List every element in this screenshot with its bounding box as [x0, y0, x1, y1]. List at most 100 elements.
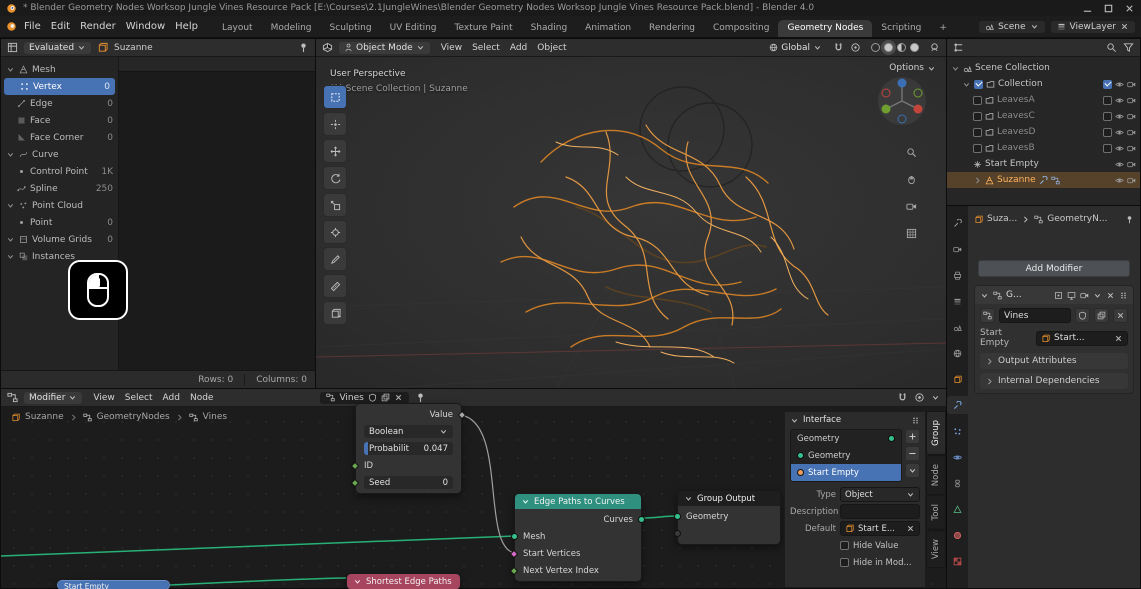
input-socket-mesh[interactable]: [511, 533, 518, 540]
snap-magnet-icon[interactable]: [833, 42, 844, 53]
eye-icon[interactable]: [1115, 160, 1124, 169]
exclude-checkbox[interactable]: [1103, 144, 1112, 153]
node-shortest-edge-paths[interactable]: Shortest Edge Paths: [346, 573, 461, 589]
properties-tab-wrench[interactable]: [947, 396, 968, 414]
viewport-options-dropdown[interactable]: Options: [889, 63, 936, 73]
sidebar-tab-view[interactable]: View: [926, 530, 946, 568]
data-type-dropdown[interactable]: Boolean: [364, 425, 453, 438]
workspace-tab-geometry-nodes[interactable]: Geometry Nodes: [778, 20, 872, 37]
chevron-down-icon[interactable]: [353, 577, 362, 586]
viewport-zoom-button[interactable]: [902, 143, 920, 161]
close-icon[interactable]: [1106, 291, 1115, 300]
default-object-field[interactable]: Start E...: [840, 521, 920, 536]
transform-orientation-dropdown[interactable]: Global: [764, 42, 827, 54]
spreadsheet-row-point-cloud[interactable]: Point Cloud: [1, 197, 118, 214]
outliner-row-scene-collection[interactable]: Scene Collection: [947, 60, 1140, 76]
snap-magnet-icon[interactable]: [897, 392, 908, 403]
subpanel-output-attributes[interactable]: Output Attributes: [980, 353, 1128, 369]
mode-dropdown[interactable]: Object Mode: [339, 42, 430, 54]
copy-datablock-button[interactable]: [1094, 308, 1109, 323]
subpanel-internal-dependencies[interactable]: Internal Dependencies: [980, 373, 1128, 389]
exclude-checkbox[interactable]: [1103, 96, 1112, 105]
close-icon[interactable]: [394, 393, 403, 402]
breadcrumb-suzanne[interactable]: Suzanne: [25, 412, 64, 422]
unlink-nodetree-button[interactable]: [1113, 308, 1128, 323]
navigation-gizmo[interactable]: [876, 75, 928, 127]
viewport-menu-add[interactable]: Add: [505, 42, 532, 54]
sidebar-tab-node[interactable]: Node: [926, 455, 946, 495]
shield-icon[interactable]: [368, 393, 377, 402]
spreadsheet-row-vertex[interactable]: Vertex0: [4, 78, 115, 95]
tool-transform-button[interactable]: [323, 220, 347, 244]
remove-socket-button[interactable]: [905, 446, 920, 461]
minimize-button[interactable]: [1082, 3, 1093, 14]
interface-item-geometry[interactable]: Geometry: [791, 447, 901, 464]
properties-tab-scene[interactable]: [947, 318, 968, 336]
sidebar-tab-tool[interactable]: Tool: [926, 495, 946, 530]
display-render-icon[interactable]: [1080, 291, 1089, 300]
node-editor-menu-view[interactable]: View: [88, 392, 119, 404]
display-edit-icon[interactable]: [1054, 291, 1063, 300]
eye-icon[interactable]: [1115, 128, 1124, 137]
camera-icon[interactable]: [1127, 128, 1136, 137]
tool-measure-button[interactable]: [323, 274, 347, 298]
properties-tab-texture[interactable]: [947, 552, 968, 570]
menu-help[interactable]: Help: [170, 20, 203, 33]
exclude-checkbox[interactable]: [1103, 80, 1112, 89]
interface-item-geometry[interactable]: Geometry: [791, 430, 901, 447]
properties-tab-physics[interactable]: [947, 448, 968, 466]
workspace-tab-modeling[interactable]: Modeling: [262, 20, 321, 37]
outliner-row-start-empty[interactable]: Start Empty: [947, 156, 1140, 172]
spreadsheet-row-control-point[interactable]: Control Point1K: [1, 163, 118, 180]
chevron-down-icon[interactable]: [521, 497, 530, 506]
shading-material-button[interactable]: [897, 43, 906, 52]
scene-selector[interactable]: Scene: [979, 21, 1044, 33]
node-editor-icon[interactable]: [7, 392, 18, 403]
pin-icon[interactable]: [1125, 215, 1134, 224]
chevron-down-icon[interactable]: [931, 393, 940, 402]
node-editor-menu-node[interactable]: Node: [185, 392, 219, 404]
viewport-camera-view-button[interactable]: [902, 197, 920, 215]
proportional-edit-icon[interactable]: [850, 42, 861, 53]
shading-solid-button[interactable]: [884, 43, 893, 52]
node-tree-type-dropdown[interactable]: Modifier: [24, 392, 82, 404]
input-socket-geometry[interactable]: [674, 513, 681, 520]
exclude-checkbox[interactable]: [1103, 112, 1112, 121]
chevron-down-icon[interactable]: [962, 80, 971, 89]
search-icon[interactable]: [1106, 42, 1117, 53]
workspace-tab-scripting[interactable]: Scripting: [872, 20, 930, 37]
properties-tab-world[interactable]: [947, 344, 968, 362]
input-socket-extension[interactable]: [674, 530, 681, 537]
outliner-row-collection[interactable]: Collection: [947, 76, 1140, 92]
breadcrumb-vines[interactable]: Vines: [203, 412, 227, 422]
overlays-toggle-icon[interactable]: [914, 392, 925, 403]
breadcrumb-object[interactable]: Suza...: [987, 214, 1017, 224]
extras-menu-icon[interactable]: [1093, 291, 1102, 300]
outliner-row-suzanne[interactable]: Suzanne: [947, 172, 1140, 188]
shading-rendered-button[interactable]: [910, 43, 919, 52]
overlays-dropdown-icon[interactable]: [929, 42, 940, 53]
outliner-row-leavesd[interactable]: LeavesD: [947, 124, 1140, 140]
viewport-menu-select[interactable]: Select: [467, 42, 505, 54]
spreadsheet-row-volume-grids[interactable]: Volume Grids0: [1, 231, 118, 248]
display-realtime-icon[interactable]: [1067, 291, 1076, 300]
node-group-datablock[interactable]: Vines: [320, 392, 408, 404]
collection-checkbox[interactable]: [973, 96, 982, 105]
node-editor-menu-add[interactable]: Add: [158, 392, 185, 404]
camera-icon[interactable]: [1127, 176, 1136, 185]
eye-icon[interactable]: [1115, 96, 1124, 105]
tool-annotate-button[interactable]: [323, 247, 347, 271]
properties-tab-material[interactable]: [947, 526, 968, 544]
output-socket-curves[interactable]: [638, 516, 645, 523]
drag-grip-icon[interactable]: [1119, 291, 1128, 300]
spreadsheet-row-mesh[interactable]: Mesh: [1, 61, 118, 78]
modifier-panel-header[interactable]: G...: [975, 286, 1133, 304]
chevron-down-icon[interactable]: [790, 416, 799, 425]
breadcrumb-modifier[interactable]: GeometryN...: [1047, 214, 1107, 224]
browse-nodetree-button[interactable]: [980, 308, 995, 323]
tool-cursor-button[interactable]: [323, 112, 347, 136]
camera-icon[interactable]: [1127, 80, 1136, 89]
viewport-grid-ortho-button[interactable]: [902, 224, 920, 242]
camera-icon[interactable]: [1127, 160, 1136, 169]
menu-file[interactable]: File: [19, 20, 46, 33]
